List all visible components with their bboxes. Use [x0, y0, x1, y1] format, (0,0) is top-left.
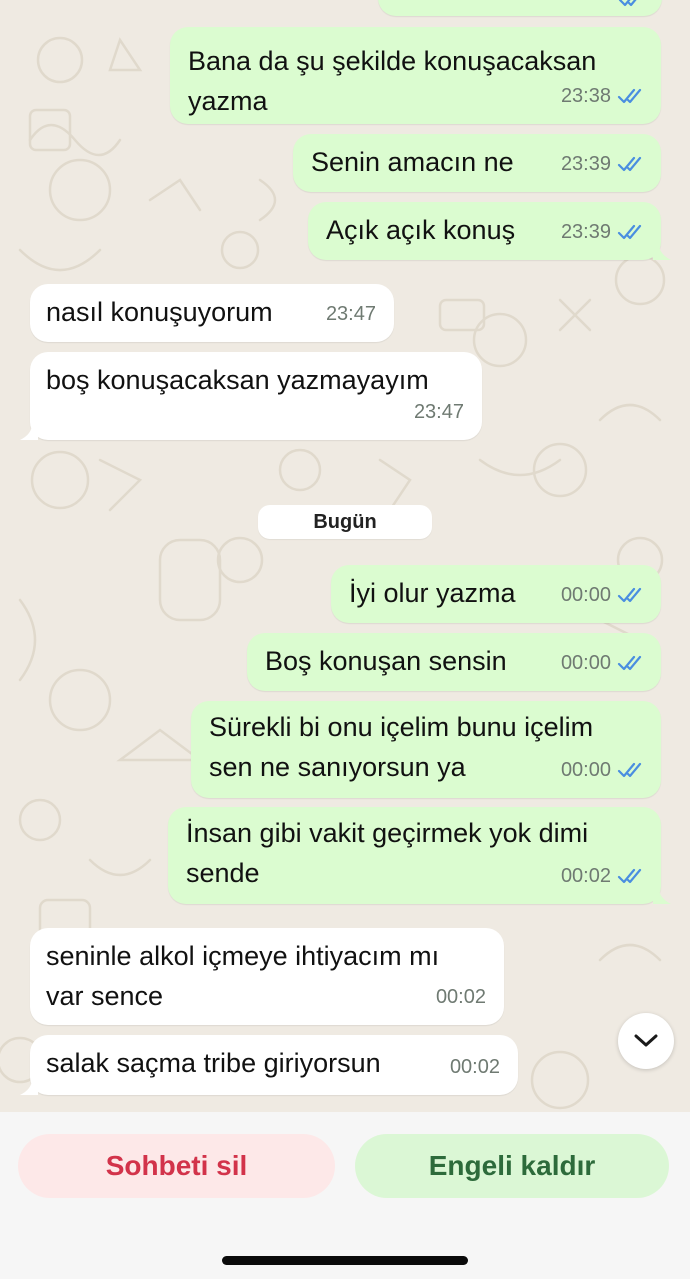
- bubble-tail: [653, 244, 671, 260]
- message-text: Boş konuşan sensin: [265, 646, 507, 676]
- message-bubble-incoming[interactable]: seninle alkol içmeye ihtiyacım mı var sen…: [30, 928, 504, 1025]
- message-text: İyi olur yazma: [349, 578, 516, 608]
- double-check-icon: [617, 868, 642, 884]
- message-meta: 23:39: [561, 212, 645, 252]
- double-check-icon: [618, 0, 637, 7]
- message-bubble-outgoing[interactable]: Bana da şu şekilde konuşacaksan yazma 23:…: [170, 27, 661, 124]
- message-meta: 23:38: [561, 76, 645, 116]
- unblock-button[interactable]: Engeli kaldır: [355, 1134, 669, 1198]
- message-meta: 00:02: [436, 977, 486, 1017]
- home-indicator[interactable]: [222, 1256, 468, 1265]
- message-meta: 00:00: [561, 575, 645, 615]
- message-list[interactable]: Bana da şu şekilde konuşacaksan yazma 23:…: [0, 0, 690, 1112]
- message-time: 23:47: [325, 303, 376, 325]
- message-meta: 00:00: [561, 643, 645, 683]
- message-time: 00:02: [560, 865, 611, 887]
- double-check-icon: [617, 655, 642, 671]
- double-check-icon: [617, 88, 642, 104]
- bubble-tail: [653, 888, 671, 904]
- message-bubble-partial[interactable]: [378, 0, 662, 16]
- message-bubble-incoming[interactable]: salak saçma tribe giriyorsun 00:02: [30, 1035, 518, 1095]
- message-time: 00:02: [449, 1056, 500, 1078]
- scroll-to-bottom-button[interactable]: [618, 1013, 674, 1069]
- message-text: İnsan gibi vakit geçirmek yok dimi sende: [186, 818, 589, 888]
- message-meta: 23:47: [414, 392, 464, 432]
- message-meta: 23:47: [326, 294, 376, 334]
- message-time: 23:38: [560, 85, 611, 107]
- message-meta: 00:00: [561, 750, 645, 790]
- bubble-tail: [20, 1079, 38, 1095]
- message-bubble-outgoing[interactable]: İyi olur yazma 00:00: [331, 565, 661, 623]
- double-check-icon: [617, 762, 642, 778]
- double-check-icon: [617, 224, 642, 240]
- message-time: 00:00: [560, 584, 611, 606]
- message-bubble-outgoing[interactable]: Boş konuşan sensin 00:00: [247, 633, 661, 691]
- message-text: boş konuşacaksan yazmayayım: [46, 365, 429, 395]
- message-text: nasıl konuşuyorum: [46, 297, 273, 327]
- bubble-tail: [20, 424, 38, 440]
- message-time: 23:39: [560, 153, 611, 175]
- message-text: seninle alkol içmeye ihtiyacım mı var sen…: [46, 941, 440, 1011]
- message-text: Bana da şu şekilde konuşacaksan yazma: [188, 46, 597, 116]
- message-time: 23:39: [560, 221, 611, 243]
- message-bubble-incoming[interactable]: boş konuşacaksan yazmayayım 23:47: [30, 352, 482, 440]
- double-check-icon: [617, 587, 642, 603]
- message-meta: 00:02: [450, 1047, 500, 1087]
- message-bubble-incoming[interactable]: nasıl konuşuyorum 23:47: [30, 284, 394, 342]
- message-time: 00:02: [435, 986, 486, 1008]
- message-time: 00:00: [560, 759, 611, 781]
- message-meta: 23:39: [561, 144, 645, 184]
- message-bubble-outgoing[interactable]: İnsan gibi vakit geçirmek yok dimi sende …: [168, 807, 661, 904]
- delete-chat-button[interactable]: Sohbeti sil: [18, 1134, 335, 1198]
- message-bubble-outgoing[interactable]: Açık açık konuş 23:39: [308, 202, 661, 260]
- message-text: salak saçma tribe giriyorsun: [46, 1048, 381, 1078]
- message-text: Açık açık konuş: [326, 215, 516, 245]
- date-divider: Bugün: [258, 505, 432, 539]
- message-bubble-outgoing[interactable]: Senin amacın ne 23:39: [293, 134, 661, 192]
- message-meta: [618, 0, 646, 8]
- double-check-icon: [617, 156, 642, 172]
- message-bubble-outgoing[interactable]: Sürekli bi onu içelim bunu içelim sen ne …: [191, 701, 661, 798]
- message-meta: 00:02: [561, 856, 645, 896]
- message-text: Sürekli bi onu içelim bunu içelim sen ne …: [209, 712, 594, 782]
- chevron-down-icon: [634, 1034, 658, 1047]
- message-time: 23:47: [413, 401, 464, 423]
- message-text: Senin amacın ne: [311, 147, 514, 177]
- message-time: 00:00: [560, 652, 611, 674]
